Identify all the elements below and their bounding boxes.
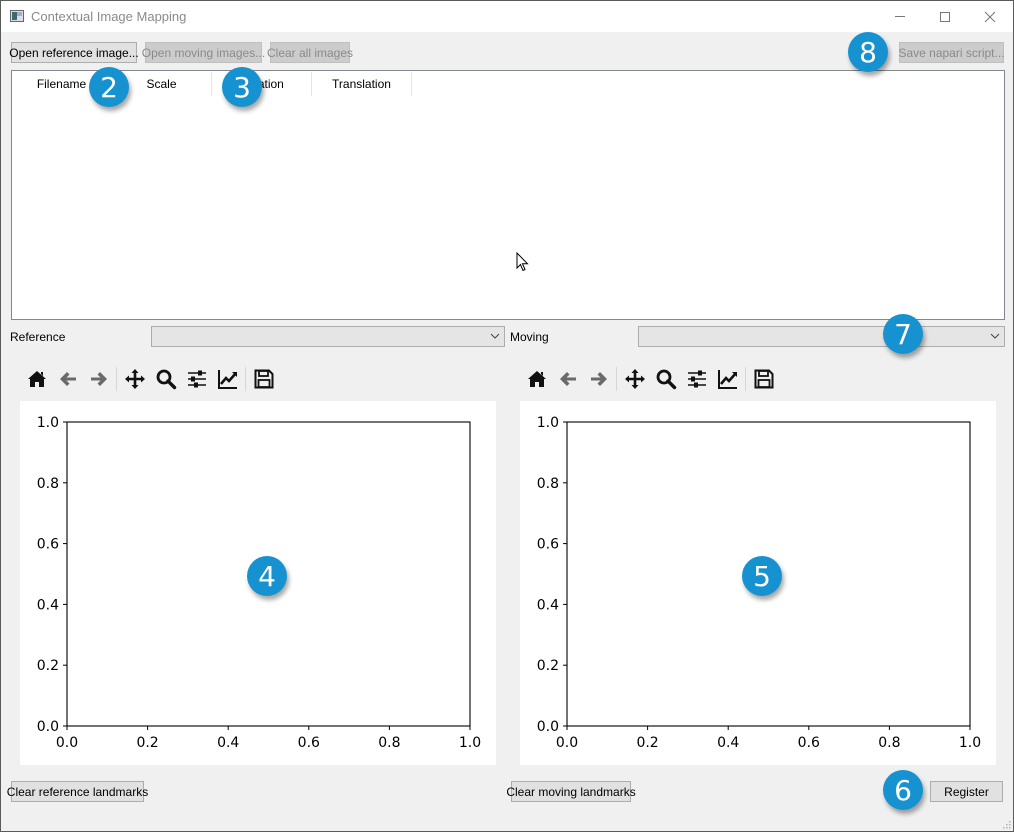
subplots-button[interactable] — [681, 365, 712, 393]
clear-reference-landmarks-button[interactable]: Clear reference landmarks — [7, 781, 148, 802]
minimize-button[interactable] — [877, 1, 923, 32]
moving-combobox[interactable] — [638, 326, 1005, 347]
chevron-down-icon — [490, 333, 500, 339]
home-icon — [27, 371, 46, 387]
back-button[interactable] — [552, 365, 583, 393]
x-tick-label: 0.6 — [298, 735, 320, 751]
x-tick-label: 0.8 — [878, 735, 900, 751]
maximize-icon — [940, 11, 950, 22]
y-tick-label: 1.0 — [537, 415, 559, 431]
axes-edit-icon — [217, 370, 237, 389]
pan-icon — [124, 369, 145, 389]
toolbar-separator — [616, 367, 617, 391]
save-figure-icon — [254, 369, 273, 389]
clear-all-images-button[interactable]: Clear all images — [267, 42, 353, 63]
axes-edit-icon — [717, 370, 737, 389]
pan-icon — [624, 369, 645, 389]
axes-edit-button[interactable] — [712, 365, 743, 393]
forward-button[interactable] — [83, 365, 114, 393]
annotation-marker-7: 7 — [883, 314, 923, 354]
zoom-button[interactable] — [650, 365, 681, 393]
annotation-marker-5: 5 — [742, 556, 782, 596]
toolbar-separator — [245, 367, 246, 391]
y-tick-label: 0.4 — [537, 597, 559, 613]
mouse-cursor-icon — [516, 252, 529, 272]
resize-grip-icon[interactable] — [1001, 819, 1011, 829]
y-tick-label: 0.4 — [37, 597, 59, 613]
chevron-down-icon — [990, 333, 1000, 339]
back-icon — [559, 372, 576, 386]
home-button[interactable] — [21, 365, 52, 393]
back-button[interactable] — [52, 365, 83, 393]
window-title: Contextual Image Mapping — [31, 9, 187, 24]
home-button[interactable] — [521, 365, 552, 393]
y-tick-label: 0.8 — [537, 476, 559, 492]
subplots-icon — [687, 370, 706, 388]
moving-plot-toolbar — [521, 365, 779, 393]
title-bar: Contextual Image Mapping — [1, 1, 1013, 32]
images-table[interactable]: Filename Scale Rotation Translation — [11, 70, 1005, 320]
open-reference-image-button[interactable]: Open reference image... — [9, 42, 139, 63]
clear-moving-landmarks-button[interactable]: Clear moving landmarks — [506, 781, 636, 802]
zoom-button[interactable] — [150, 365, 181, 393]
subplots-button[interactable] — [181, 365, 212, 393]
maximize-button[interactable] — [922, 1, 968, 32]
home-icon — [527, 371, 546, 387]
open-moving-images-button[interactable]: Open moving images... — [142, 42, 265, 63]
x-tick-label: 1.0 — [459, 735, 481, 751]
x-tick-label: 1.0 — [959, 735, 981, 751]
forward-icon — [590, 372, 607, 386]
annotation-marker-6: 6 — [883, 770, 923, 810]
annotation-marker-4: 4 — [247, 556, 287, 596]
save-figure-icon — [754, 369, 773, 389]
x-tick-label: 0.0 — [56, 735, 78, 751]
save-figure-button[interactable] — [248, 365, 279, 393]
toolbar-separator — [116, 367, 117, 391]
save-figure-button[interactable] — [748, 365, 779, 393]
x-tick-label: 0.0 — [556, 735, 578, 751]
y-tick-label: 0.6 — [37, 537, 59, 553]
annotation-marker-8: 8 — [848, 32, 888, 72]
x-tick-label: 0.8 — [378, 735, 400, 751]
save-napari-script-button[interactable]: Save napari script... — [898, 42, 1005, 63]
x-tick-label: 0.4 — [717, 735, 739, 751]
back-icon — [59, 372, 76, 386]
y-tick-label: 0.2 — [37, 658, 59, 674]
register-button[interactable]: Register — [930, 781, 1003, 802]
moving-label: Moving — [510, 330, 549, 344]
axes-edit-button[interactable] — [212, 365, 243, 393]
forward-icon — [90, 372, 107, 386]
x-tick-label: 0.6 — [798, 735, 820, 751]
subplots-icon — [187, 370, 206, 388]
annotation-marker-2: 2 — [89, 67, 129, 107]
reference-plot-toolbar — [21, 365, 279, 393]
x-tick-label: 0.4 — [217, 735, 239, 751]
main-window: Contextual Image Mapping Open reference … — [0, 0, 1014, 832]
close-icon — [984, 11, 996, 22]
zoom-icon — [656, 369, 676, 390]
app-icon — [10, 10, 24, 22]
y-tick-label: 0.2 — [537, 658, 559, 674]
y-tick-label: 1.0 — [37, 415, 59, 431]
minimize-icon — [895, 16, 905, 17]
zoom-icon — [156, 369, 176, 390]
reference-label: Reference — [10, 330, 66, 344]
y-tick-label: 0.6 — [537, 537, 559, 553]
x-tick-label: 0.2 — [636, 735, 658, 751]
close-button[interactable] — [967, 1, 1013, 32]
forward-button[interactable] — [583, 365, 614, 393]
y-tick-label: 0.0 — [537, 719, 559, 735]
pan-button[interactable] — [619, 365, 650, 393]
pan-button[interactable] — [119, 365, 150, 393]
annotation-marker-3: 3 — [222, 67, 262, 107]
x-tick-label: 0.2 — [136, 735, 158, 751]
y-tick-label: 0.0 — [37, 719, 59, 735]
y-tick-label: 0.8 — [37, 476, 59, 492]
reference-combobox[interactable] — [151, 326, 505, 347]
toolbar-separator — [745, 367, 746, 391]
column-header-translation[interactable]: Translation — [312, 72, 412, 96]
